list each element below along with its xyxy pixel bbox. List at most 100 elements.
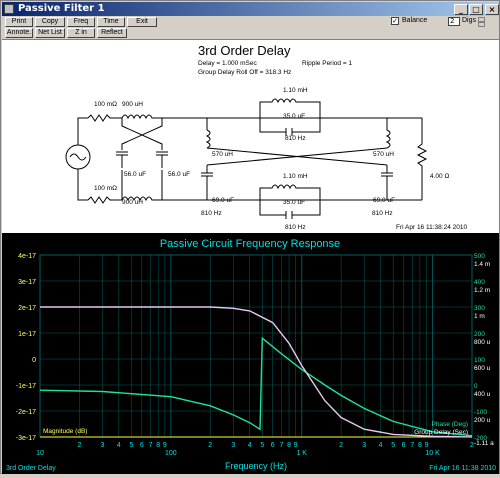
plot-canvas: Passive Circuit Frequency Response 4e-17… [6, 238, 496, 472]
digs-down-arrow[interactable] [478, 22, 485, 27]
left-tick: 0 [32, 357, 36, 364]
time-button[interactable]: Time [97, 17, 125, 27]
frequency-response-plot: Passive Circuit Frequency Response 4e-17… [2, 233, 499, 474]
series-line-1 [39, 336, 473, 437]
freq-button[interactable]: Freq [67, 17, 95, 27]
x-tick-label: 6 [140, 442, 144, 449]
title-bar[interactable]: Passive Filter 1 _ □ × [2, 2, 499, 16]
balance-checkbox[interactable]: ✓ [391, 17, 399, 25]
delay-tick: 800 u [474, 339, 491, 346]
ripple-text: Ripple Period = 1 [302, 60, 352, 67]
left-tick: -1e-17 [16, 383, 36, 390]
delay-tick: 200 u [474, 417, 491, 424]
delay-tick: 400 u [474, 391, 491, 398]
x-tick-label: 1 K [296, 450, 307, 457]
x-axis-label: Frequency (Hz) [225, 461, 287, 471]
x-axis-ticks: 102 3 4 5 6 7 8 91002 3 4 5 6 7 8 91 K2 3 4 5 6 7 8 910 K2 [36, 442, 474, 457]
x-tick-label: 6 [402, 442, 406, 449]
copy-button[interactable]: Copy [35, 17, 65, 27]
phase-tick: 500 [474, 253, 485, 260]
schematic-timestamp: Fri Apr 16 11:38:24 2010 [396, 224, 467, 231]
resistor-bottom [87, 196, 122, 204]
delay-tick: 1.2 m [474, 287, 490, 294]
annote-button[interactable]: Annote. [5, 28, 33, 38]
c-left2-label: 56.0 uF [168, 171, 190, 178]
phase-tick: 400 [474, 279, 485, 286]
x-tick-label: 3 [362, 442, 366, 449]
schematic-panel: 3rd Order Delay Delay = 1.000 mSec Rippl… [2, 39, 499, 233]
right-delay-ticks: 1.4 m 1.2 m 1 m 800 u 600 u 400 u 200 u … [474, 261, 494, 447]
close-button[interactable]: × [485, 4, 499, 15]
net-list-button[interactable]: Net List [35, 28, 65, 38]
digs-label: Digs [462, 17, 477, 24]
rolloff-text: Group Delay Roll Off = 318.3 Hz [198, 69, 291, 76]
load-resistor [416, 118, 428, 200]
plot-frame [39, 254, 473, 438]
r-top-label: 100 mΩ [94, 101, 117, 108]
exit-button[interactable]: Exit [127, 17, 157, 27]
x-tick-label: 8 [418, 442, 422, 449]
plot-footer-left: 3rd Order Delay [6, 465, 56, 472]
left-tick: 1e-17 [18, 331, 36, 338]
c-top-series-label: 35.0 uF [283, 113, 305, 120]
x-tick-label: 2 [208, 442, 212, 449]
f-shunt-left-label: 810 Hz [201, 210, 222, 217]
delay-text: Delay = 1.000 mSec [198, 60, 257, 67]
app-icon [4, 4, 14, 14]
series-line-2 [40, 306, 473, 438]
x-tick-label: 9 [425, 442, 429, 449]
left-tick: -2e-17 [16, 409, 36, 416]
schematic-title: 3rd Order Delay [198, 43, 291, 58]
phase-tick: 100 [474, 357, 485, 364]
x-tick-label: 4 [117, 442, 121, 449]
x-tick-label: 10 K [425, 450, 440, 457]
x-tick-label: 8 [156, 442, 160, 449]
x-tick-label: 2 [339, 442, 343, 449]
x-tick-label: 9 [163, 442, 167, 449]
z-in-button[interactable]: Z in [67, 28, 95, 38]
delay-tick: 600 u [474, 365, 491, 372]
phase-tick: 300 [474, 305, 485, 312]
x-tick-label: 2 [470, 442, 474, 449]
left-tick: 3e-17 [18, 279, 36, 286]
delay-tick: -1.11 a [474, 440, 494, 447]
phase-tick: -100 [474, 409, 487, 416]
resistor-top [87, 114, 122, 122]
schematic-drawing: 3rd Order Delay Delay = 1.000 mSec Rippl… [65, 43, 467, 231]
l-shunt-left-label: 570 uH [212, 151, 233, 158]
phase-tick: 200 [474, 331, 485, 338]
x-tick-label: 7 [410, 442, 414, 449]
left-tick: 2e-17 [18, 305, 36, 312]
maximize-button[interactable]: □ [469, 4, 483, 15]
x-tick-label: 2 [77, 442, 81, 449]
left-axis-ticks: 4e-17 3e-17 2e-17 1e-17 0 -1e-17 -2e-17 … [16, 253, 36, 442]
x-tick-label: 3 [231, 442, 235, 449]
x-tick-label: 8 [287, 442, 291, 449]
magnitude-label: Magnitude (dB) [43, 428, 87, 435]
x-tick-label: 100 [165, 450, 177, 457]
x-tick-label: 5 [391, 442, 395, 449]
x-tick-label: 5 [260, 442, 264, 449]
x-tick-label: 5 [130, 442, 134, 449]
f-top-series-label: 810 Hz [285, 135, 306, 142]
digs-input[interactable]: 2 [448, 17, 460, 26]
x-tick-label: 3 [100, 442, 104, 449]
plot-grid [39, 254, 473, 438]
l-cross-top-label: 900 uH [122, 101, 143, 108]
phase-label: Phase (Deg) [432, 421, 469, 428]
plot-title: Passive Circuit Frequency Response [160, 238, 340, 250]
l-top-series-label: 1.10 mH [283, 87, 308, 94]
window-title: Passive Filter 1 [18, 3, 105, 14]
delay-label: Group Delay (Sec) [414, 429, 468, 436]
print-button[interactable]: Print [5, 17, 33, 27]
balance-label: Balance [402, 17, 428, 24]
c-left1-label: 56.0 uF [124, 171, 146, 178]
reflect-button[interactable]: Reflect [97, 28, 127, 38]
minimize-button[interactable]: _ [454, 4, 468, 15]
x-tick-label: 4 [248, 442, 252, 449]
phase-tick: 0 [474, 383, 478, 390]
x-tick-label: 4 [379, 442, 383, 449]
x-tick-label: 6 [271, 442, 275, 449]
inductor-top [121, 114, 202, 120]
left-tick: 4e-17 [18, 253, 36, 260]
